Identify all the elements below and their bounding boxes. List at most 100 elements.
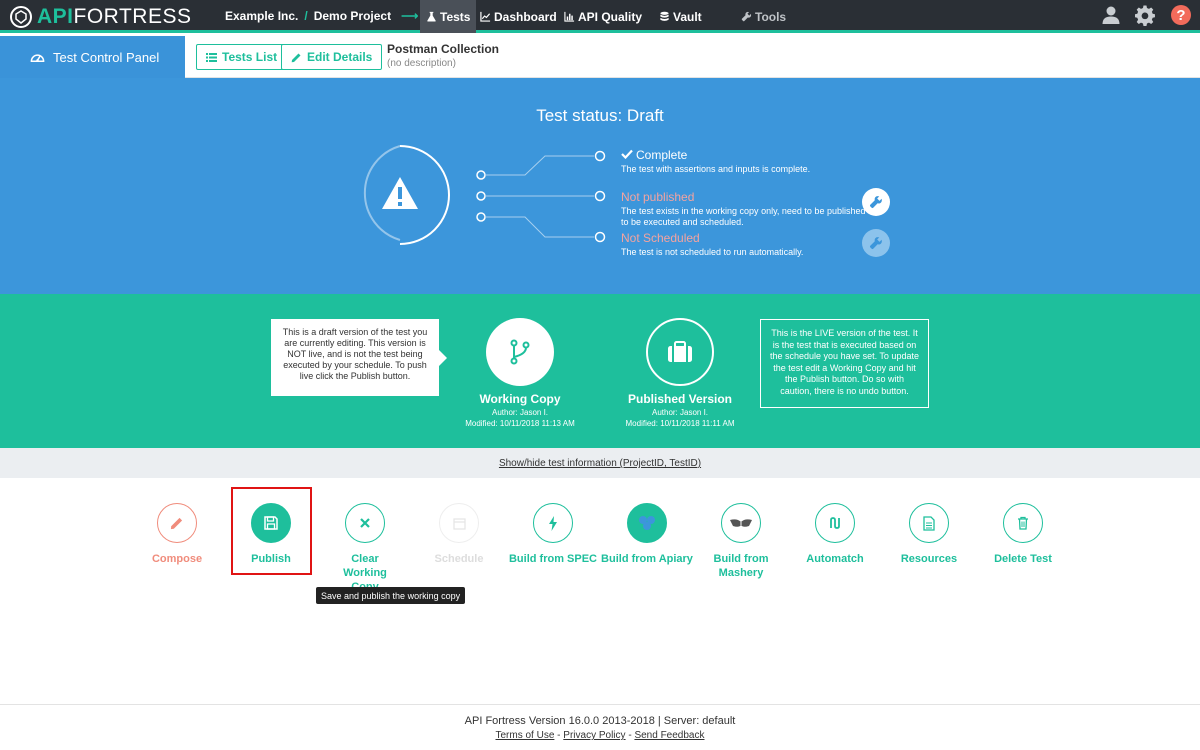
footer-separator: - [554, 730, 564, 741]
logo[interactable]: API FORTRESS [10, 5, 191, 29]
footer: API Fortress Version 16.0.0 2013-2018 | … [0, 704, 1200, 750]
spec-circle [533, 503, 573, 543]
fortress-logo-icon [10, 6, 32, 28]
status-not-scheduled-desc: The test is not scheduled to run automat… [621, 247, 804, 257]
compose-circle [157, 503, 197, 543]
status-not-published-row: Not published The test exists in the wor… [621, 190, 866, 228]
wrench-icon [741, 11, 752, 22]
mashery-circle [721, 503, 761, 543]
build-from-mashery-label: Build from Mashery [713, 553, 769, 579]
project-link[interactable]: Demo Project [314, 9, 391, 23]
draft-info-tooltip: This is a draft version of the test you … [271, 319, 447, 396]
show-hide-bar: Show/hide test information (ProjectID, T… [0, 448, 1200, 478]
published-version-button[interactable] [646, 318, 714, 386]
published-version-author: Author: Jason I. [651, 408, 709, 417]
schedule-action[interactable]: Schedule [409, 503, 509, 566]
company-link[interactable]: Example Inc. [225, 9, 298, 23]
fix-publish-button[interactable] [862, 188, 890, 216]
resources-circle [909, 503, 949, 543]
trash-icon [1018, 516, 1028, 530]
build-from-mashery-action[interactable]: Build from Mashery [691, 503, 791, 580]
breadcrumb: Example Inc. / Demo Project ⟶ [225, 9, 418, 23]
edit-details-button[interactable]: Edit Details [281, 44, 383, 70]
nav-api-quality-label: API Quality [578, 9, 643, 24]
test-control-panel-tab[interactable]: Test Control Panel [0, 36, 185, 78]
automatch-action[interactable]: Automatch [785, 503, 885, 566]
apiary-circle [627, 503, 667, 543]
status-complete-row: Complete The test with assertions and in… [621, 148, 866, 175]
build-from-spec-action[interactable]: Build from SPEC [503, 503, 603, 566]
schedule-label: Schedule [434, 553, 484, 565]
status-diagram [363, 145, 606, 245]
tests-list-button[interactable]: Tests List [196, 44, 288, 70]
complete-text: Complete [636, 148, 688, 162]
calendar-icon [452, 517, 466, 530]
terms-of-use-link[interactable]: Terms of Use [496, 730, 555, 741]
pencil-icon [170, 517, 183, 530]
check-icon [621, 149, 633, 160]
nav-tools-label: Tools [755, 9, 787, 24]
status-not-published-desc: The test exists in the working copy only… [621, 206, 866, 227]
nav-dashboard[interactable]: Dashboard [474, 0, 563, 33]
working-copy-title: Working Copy [479, 392, 561, 406]
build-from-apiary-action[interactable]: Build from Apiary [597, 503, 697, 566]
line-chart-icon [480, 11, 491, 22]
logo-api-text: API [37, 5, 74, 28]
flask-icon [427, 11, 436, 22]
nav-tests[interactable]: Tests [420, 0, 477, 33]
test-control-panel-label: Test Control Panel [53, 49, 160, 65]
clear-circle [345, 503, 385, 543]
project-arrow-icon[interactable]: ⟶ [401, 9, 418, 23]
published-version-title: Published Version [627, 392, 733, 406]
resources-action[interactable]: Resources [879, 503, 979, 566]
send-feedback-link[interactable]: Send Feedback [634, 730, 704, 741]
nav-api-quality[interactable]: API Quality [558, 0, 648, 33]
status-complete-label: Complete [621, 148, 866, 162]
edit-details-label: Edit Details [307, 50, 373, 64]
gear-icon[interactable] [1135, 4, 1156, 26]
close-icon [360, 518, 370, 528]
top-right-icons: ? [1101, 4, 1192, 26]
show-hide-test-info-link[interactable]: Show/hide test information (ProjectID, T… [499, 458, 701, 469]
automatch-label: Automatch [806, 553, 864, 565]
compose-action[interactable]: Compose [127, 503, 227, 566]
apiary-icon [639, 516, 655, 530]
top-navbar: API FORTRESS Example Inc. / Demo Project… [0, 0, 1200, 33]
dashboard-gauge-icon [30, 53, 45, 62]
collection-description: (no description) [387, 58, 456, 69]
wrench-icon [869, 237, 882, 250]
build-from-spec-label: Build from SPEC [508, 553, 597, 565]
list-icon [206, 52, 217, 62]
working-copy-button[interactable] [486, 318, 554, 386]
privacy-policy-link[interactable]: Privacy Policy [563, 730, 625, 741]
breadcrumb-separator: / [304, 9, 308, 23]
briefcase-icon [668, 341, 692, 362]
footer-links: Terms of Use - Privacy Policy - Send Fee… [0, 730, 1200, 741]
help-icon[interactable]: ? [1170, 4, 1192, 26]
clear-working-copy-action[interactable]: Clear Working Copy [315, 503, 415, 594]
nav-tools[interactable]: Tools [735, 0, 792, 33]
resources-label: Resources [900, 553, 958, 565]
git-branch-icon [510, 339, 530, 365]
automatch-circle [815, 503, 855, 543]
collection-title: Postman Collection [387, 42, 500, 56]
compose-label: Compose [151, 553, 203, 565]
nav-vault[interactable]: Vault [653, 0, 708, 33]
published-version-modified: Modified: 10/11/2018 11:11 AM [625, 419, 735, 428]
nav-dashboard-label: Dashboard [494, 9, 557, 24]
schedule-circle [439, 503, 479, 543]
tests-list-label: Tests List [222, 50, 278, 64]
nav-tests-label: Tests [440, 9, 471, 24]
status-not-scheduled-label: Not Scheduled [621, 231, 700, 245]
bar-chart-icon [564, 11, 575, 22]
versions-panel: This is a draft version of the test you … [0, 294, 1200, 448]
wrench-icon [869, 196, 882, 209]
fix-schedule-button[interactable] [862, 229, 890, 257]
delete-test-action[interactable]: Delete Test [973, 503, 1073, 566]
mashery-icon [730, 519, 752, 527]
working-copy-author: Author: Jason I. [491, 408, 549, 417]
publish-highlight-box [231, 487, 312, 575]
working-copy-modified: Modified: 10/11/2018 11:13 AM [465, 419, 575, 428]
user-icon[interactable] [1101, 5, 1121, 25]
automatch-icon [830, 517, 840, 529]
